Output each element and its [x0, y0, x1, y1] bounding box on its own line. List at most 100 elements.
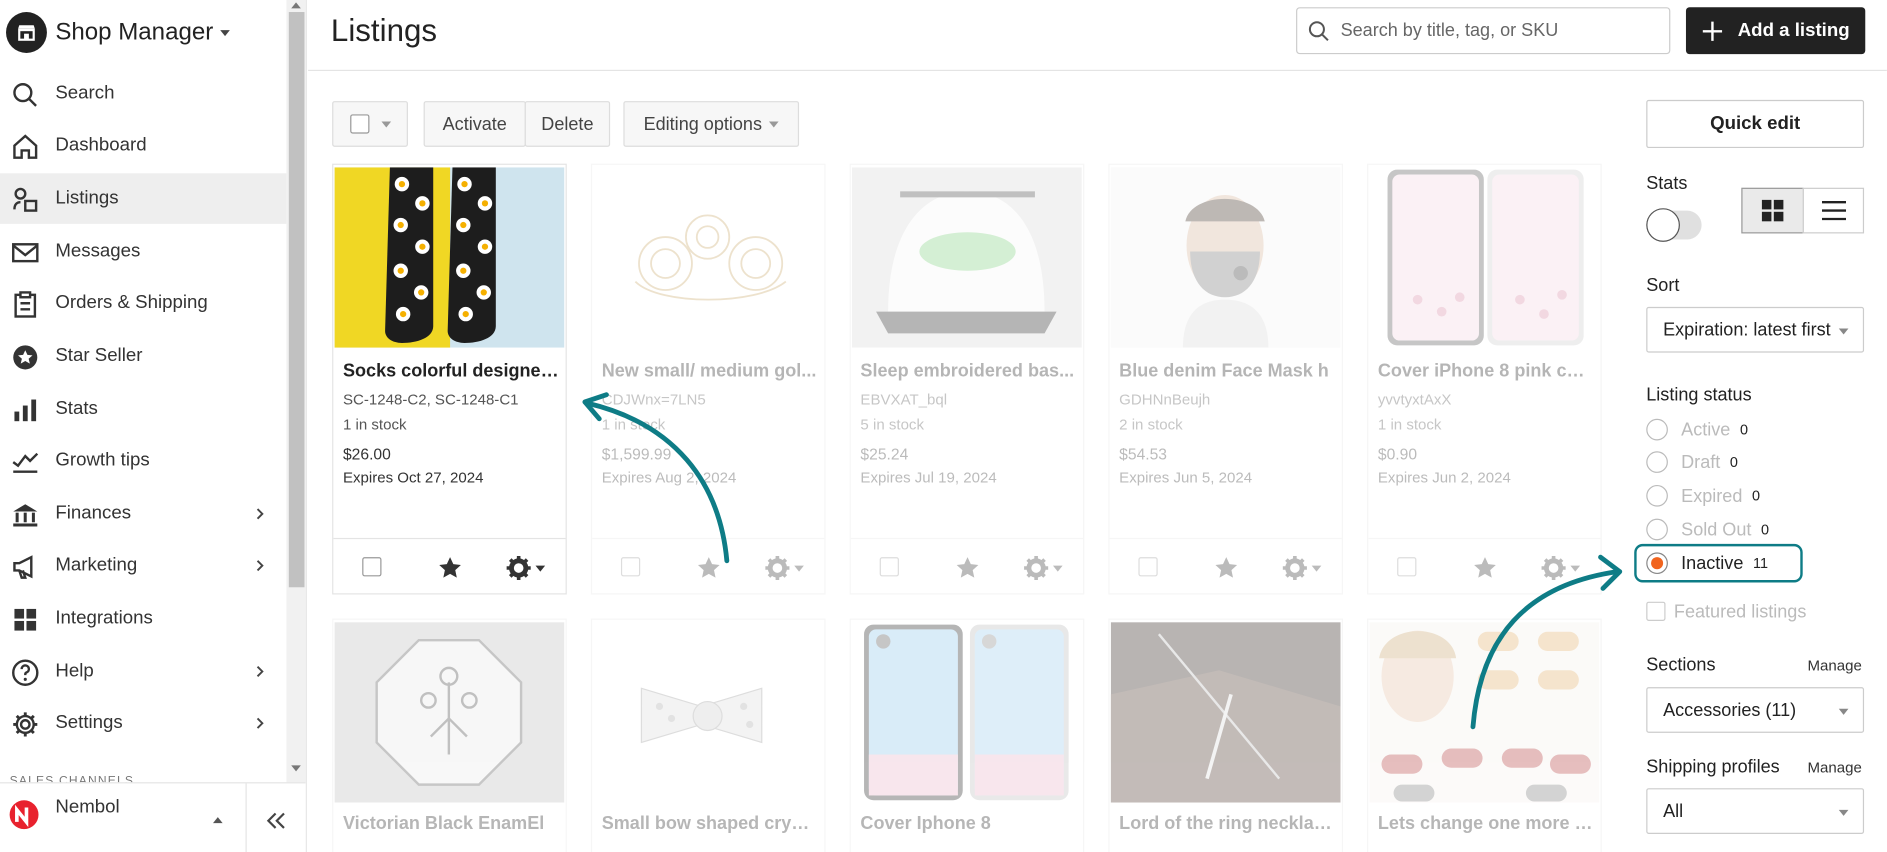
listing-title[interactable]: Lord of the ring necklac... [1119, 813, 1336, 833]
scroll-up-arrow[interactable] [291, 2, 301, 9]
sidebar-item-listings[interactable]: Listings [0, 173, 287, 224]
listing-expires: Expires Jun 2, 2024 [1377, 469, 1511, 487]
sidebar-footer: Nembol [0, 782, 306, 852]
sidebar-item-star-seller[interactable]: Star Seller [0, 331, 286, 382]
listing-price: $0.90 [1377, 445, 1418, 464]
sections-manage-link[interactable]: Manage [1808, 657, 1862, 674]
listing-card[interactable]: Victorian Black EnamEl [332, 618, 567, 852]
listing-card[interactable]: Blue denim Face Mask h GDHNnBeujh 2 in s… [1108, 163, 1343, 595]
listing-title[interactable]: Blue denim Face Mask h [1119, 361, 1336, 381]
status-option-draft[interactable]: Draft 0 [1646, 449, 1738, 475]
shop-manager-menu[interactable]: Shop Manager [6, 11, 231, 54]
listings-icon [13, 187, 38, 212]
scroll-down-arrow[interactable] [291, 765, 301, 772]
sidebar-item-help[interactable]: Help [0, 646, 286, 697]
shipping-profiles-select[interactable]: All [1646, 788, 1865, 834]
star-icon[interactable] [1214, 556, 1238, 579]
sidebar-item-marketing[interactable]: Marketing [0, 540, 286, 591]
grid-icon [14, 608, 37, 631]
status-option-sold-out[interactable]: Sold Out 0 [1646, 516, 1769, 542]
collapse-sidebar-icon[interactable] [265, 812, 287, 829]
sidebar-item-label: Marketing [55, 554, 138, 576]
listing-card[interactable]: Sleep embroidered bas... EBVXAT_bql 5 in… [849, 163, 1085, 595]
sidebar-item-growth-tips[interactable]: Growth tips [0, 436, 286, 487]
listing-price: $54.53 [1119, 445, 1168, 464]
radio-button[interactable] [1646, 451, 1668, 473]
listing-checkbox[interactable] [1397, 557, 1417, 577]
caret-up-icon[interactable] [212, 815, 224, 825]
nembol-channel[interactable]: Nembol [5, 795, 234, 834]
featured-checkbox[interactable] [1646, 601, 1666, 621]
radio-button[interactable] [1646, 484, 1668, 507]
sidebar-scrollbar[interactable] [286, 0, 306, 785]
listing-checkbox[interactable] [879, 557, 899, 577]
star-icon[interactable] [1473, 556, 1497, 579]
listing-price: $1,599.99 [601, 445, 672, 464]
sidebar-item-integrations[interactable]: Integrations [0, 593, 286, 644]
listing-title[interactable]: Small bow shaped cryst... [602, 813, 819, 833]
shipping-manage-link[interactable]: Manage [1808, 759, 1862, 776]
listing-image [593, 167, 824, 348]
listing-title[interactable]: Lets change one more ti... [1378, 813, 1595, 833]
gear-menu-icon[interactable] [1023, 555, 1066, 581]
listing-title[interactable]: New small/ medium gol... [602, 361, 819, 381]
activate-button[interactable]: Activate [423, 101, 526, 147]
bank-icon [13, 504, 38, 527]
listing-card[interactable]: Small bow shaped cryst... [590, 618, 826, 852]
listing-title[interactable]: Sleep embroidered bas... [860, 361, 1077, 381]
stats-toggle[interactable] [1646, 208, 1702, 242]
add-listing-button[interactable]: Add a listing [1685, 7, 1866, 55]
star-icon[interactable] [697, 556, 721, 579]
listing-card[interactable]: Lets change one more ti... [1367, 618, 1602, 852]
sort-select[interactable]: Expiration: latest first [1646, 306, 1865, 353]
listing-card[interactable]: Cover Iphone 8 [849, 618, 1085, 852]
listing-card[interactable]: Lord of the ring necklac... [1108, 618, 1343, 852]
radio-button[interactable] [1646, 518, 1668, 541]
status-option-expired[interactable]: Expired 0 [1646, 483, 1760, 509]
listing-card[interactable]: Cover iPhone 8 pink case yvvtyxtAxX 1 in… [1367, 163, 1602, 595]
featured-listings-option[interactable]: Featured listings [1646, 598, 1806, 624]
select-all-checkbox[interactable] [349, 114, 369, 134]
gear-menu-icon[interactable] [1540, 555, 1583, 581]
caret-down-icon [380, 120, 391, 127]
editing-options-button[interactable]: Editing options [623, 101, 800, 147]
chevron-right-icon [256, 666, 264, 677]
sidebar-item-dashboard[interactable]: Dashboard [0, 120, 286, 171]
gear-menu-icon[interactable] [505, 555, 548, 581]
gear-menu-icon[interactable] [764, 555, 807, 581]
star-icon[interactable] [438, 556, 462, 579]
listing-checkbox[interactable] [620, 557, 641, 577]
listing-title[interactable]: Victorian Black EnamEl [343, 813, 560, 833]
sidebar-item-settings[interactable]: Settings [0, 698, 286, 749]
search-box[interactable] [1296, 7, 1671, 55]
star-icon[interactable] [955, 556, 979, 579]
delete-label: Delete [541, 113, 594, 135]
radio-button[interactable] [1646, 418, 1668, 441]
sidebar-item-stats[interactable]: Stats [0, 384, 286, 435]
sidebar-item-orders-shipping[interactable]: Orders & Shipping [0, 278, 286, 329]
sidebar-item-search[interactable]: Search [0, 69, 286, 120]
listing-title[interactable]: Cover Iphone 8 [860, 813, 1077, 833]
search-input[interactable] [1340, 20, 1654, 41]
listing-card[interactable]: New small/ medium gol... CDJWnx=7LN5 1 i… [590, 163, 826, 595]
sidebar-item-finances[interactable]: Finances [0, 489, 286, 540]
sidebar-item-messages[interactable]: Messages [0, 226, 286, 277]
listing-title[interactable]: Cover iPhone 8 pink case [1378, 361, 1595, 381]
listing-card[interactable]: Socks colorful designer... SC-1248-C2, S… [332, 163, 567, 595]
sections-select[interactable]: Accessories (11) [1646, 687, 1865, 733]
status-option-active[interactable]: Active 0 [1646, 416, 1748, 442]
scrollbar-thumb[interactable] [288, 12, 305, 588]
quick-edit-button[interactable]: Quick edit [1646, 99, 1865, 149]
listing-checkbox[interactable] [362, 557, 382, 577]
listing-expires: Expires Aug 2, 2024 [601, 469, 737, 487]
listing-stock: 1 in stock [601, 416, 666, 434]
listing-checkbox[interactable] [1138, 557, 1158, 577]
sidebar-item-label: Star Seller [55, 345, 143, 366]
list-view-button[interactable] [1802, 187, 1865, 234]
gear-menu-icon[interactable] [1282, 555, 1325, 581]
select-all-dropdown[interactable] [332, 101, 408, 147]
grid-view-button[interactable] [1741, 187, 1804, 234]
listing-title[interactable]: Socks colorful designer... [343, 361, 560, 381]
caret-down-icon [1838, 328, 1849, 335]
delete-button[interactable]: Delete [524, 101, 611, 147]
